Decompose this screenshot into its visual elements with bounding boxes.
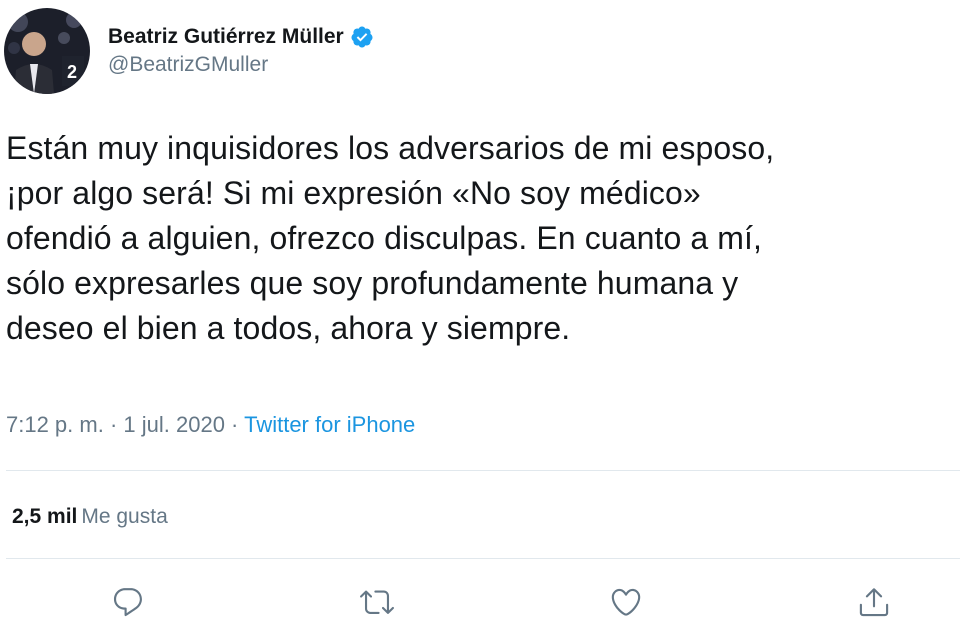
share-button[interactable] [852,580,896,624]
tweet-meta: 7:12 p. m. · 1 jul. 2020 · Twitter for i… [6,412,415,438]
author-handle[interactable]: @BeatrizGMuller [108,53,374,77]
reply-icon [113,588,142,617]
avatar[interactable]: 2 [4,8,90,94]
tweet-card: 2 Beatriz Gutiérrez Müller @BeatrizGMull… [0,0,960,640]
tweet-actions [0,580,960,624]
tweet-stats[interactable]: 2,5 mil Me gusta [12,505,168,529]
verified-badge-icon [350,25,374,49]
tweet-time[interactable]: 7:12 p. m. [6,412,104,437]
name-row: Beatriz Gutiérrez Müller [108,25,374,49]
svg-text:2: 2 [67,62,77,82]
tweet-header: 2 Beatriz Gutiérrez Müller @BeatrizGMull… [4,6,374,96]
reply-button[interactable] [106,580,150,624]
retweet-icon [360,590,394,614]
author-display-name[interactable]: Beatriz Gutiérrez Müller [108,25,344,49]
meta-separator: · [224,412,245,437]
like-button[interactable] [604,580,648,624]
like-icon [611,588,641,616]
likes-label: Me gusta [81,505,168,528]
divider [6,470,960,471]
likes-count: 2,5 mil [12,505,78,528]
tweet-source-link[interactable]: Twitter for iPhone [244,412,415,437]
author-names: Beatriz Gutiérrez Müller @BeatrizGMuller [108,25,374,77]
divider [6,558,960,559]
retweet-button[interactable] [355,580,399,624]
avatar-image: 2 [4,8,90,94]
meta-separator: · [103,412,124,437]
share-icon [859,588,889,617]
tweet-date[interactable]: 1 jul. 2020 [123,412,225,437]
tweet-text: Están muy inquisidores los adversarios d… [6,130,775,346]
